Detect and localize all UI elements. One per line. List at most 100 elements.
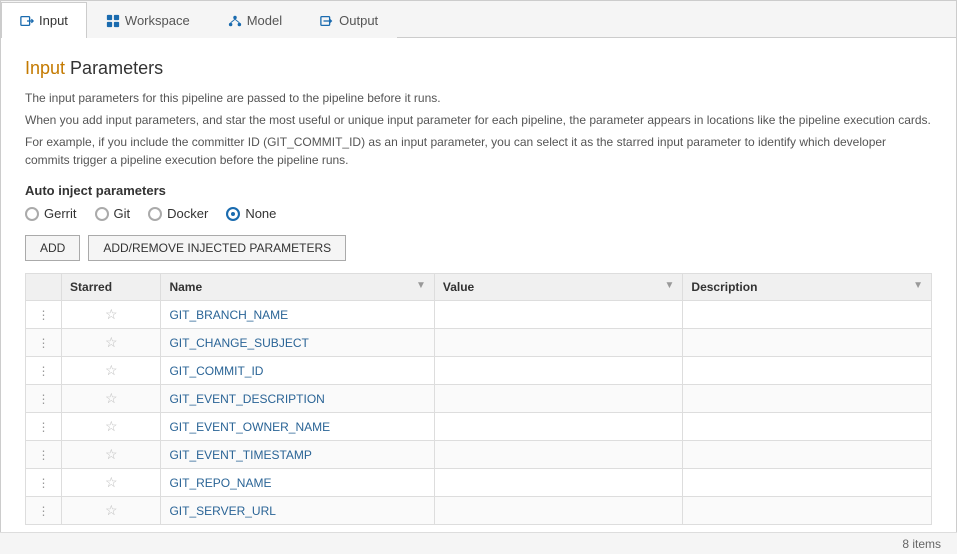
drag-handle[interactable]: ⋮ [26, 497, 62, 525]
main-content: Input Parameters The input parameters fo… [1, 38, 956, 546]
param-value [434, 357, 683, 385]
radio-git[interactable]: Git [95, 206, 131, 221]
param-value [434, 385, 683, 413]
star-cell[interactable]: ☆ [62, 413, 161, 441]
params-table: Starred Name ▼ Value ▼ Description ▼ ⋮ ☆ [25, 273, 932, 525]
star-cell[interactable]: ☆ [62, 441, 161, 469]
radio-docker-circle [148, 207, 162, 221]
param-description [683, 357, 932, 385]
radio-gerrit[interactable]: Gerrit [25, 206, 77, 221]
star-cell[interactable]: ☆ [62, 469, 161, 497]
th-value[interactable]: Value ▼ [434, 274, 683, 301]
param-description [683, 329, 932, 357]
param-name: GIT_CHANGE_SUBJECT [161, 329, 434, 357]
radio-none[interactable]: None [226, 206, 276, 221]
tab-output-label: Output [339, 13, 378, 28]
param-value [434, 301, 683, 329]
param-name: GIT_COMMIT_ID [161, 357, 434, 385]
radio-git-label: Git [114, 206, 131, 221]
tab-input-label: Input [39, 13, 68, 28]
desc-sort-icon: ▼ [913, 280, 923, 291]
param-description [683, 441, 932, 469]
th-starred: Starred [62, 274, 161, 301]
param-description [683, 385, 932, 413]
star-icon[interactable]: ☆ [105, 362, 118, 378]
drag-handle[interactable]: ⋮ [26, 441, 62, 469]
param-name: GIT_EVENT_TIMESTAMP [161, 441, 434, 469]
drag-handle[interactable]: ⋮ [26, 385, 62, 413]
th-name[interactable]: Name ▼ [161, 274, 434, 301]
tab-model-label: Model [247, 13, 282, 28]
star-cell[interactable]: ☆ [62, 329, 161, 357]
param-description [683, 497, 932, 525]
auto-inject-section: Auto inject parameters Gerrit Git Docker… [25, 183, 932, 221]
items-count: 8 items [902, 537, 941, 551]
param-value [434, 469, 683, 497]
radio-group: Gerrit Git Docker None [25, 206, 932, 221]
table-row[interactable]: ⋮ ☆ GIT_EVENT_DESCRIPTION [26, 385, 932, 413]
table-row[interactable]: ⋮ ☆ GIT_EVENT_TIMESTAMP [26, 441, 932, 469]
param-description [683, 301, 932, 329]
th-description[interactable]: Description ▼ [683, 274, 932, 301]
workspace-icon [106, 14, 120, 28]
star-icon[interactable]: ☆ [105, 306, 118, 322]
star-icon[interactable]: ☆ [105, 334, 118, 350]
table-row[interactable]: ⋮ ☆ GIT_REPO_NAME [26, 469, 932, 497]
param-value [434, 497, 683, 525]
param-name: GIT_EVENT_OWNER_NAME [161, 413, 434, 441]
tab-model[interactable]: Model [209, 2, 301, 38]
model-icon [228, 14, 242, 28]
table-body: ⋮ ☆ GIT_BRANCH_NAME ⋮ ☆ GIT_CHANGE_SUBJE… [26, 301, 932, 525]
table-row[interactable]: ⋮ ☆ GIT_SERVER_URL [26, 497, 932, 525]
star-icon[interactable]: ☆ [105, 418, 118, 434]
radio-docker[interactable]: Docker [148, 206, 208, 221]
param-description [683, 413, 932, 441]
radio-gerrit-label: Gerrit [44, 206, 77, 221]
table-row[interactable]: ⋮ ☆ GIT_BRANCH_NAME [26, 301, 932, 329]
star-icon[interactable]: ☆ [105, 502, 118, 518]
param-description [683, 469, 932, 497]
button-row: ADD ADD/REMOVE INJECTED PARAMETERS [25, 235, 932, 261]
table-row[interactable]: ⋮ ☆ GIT_COMMIT_ID [26, 357, 932, 385]
table-row[interactable]: ⋮ ☆ GIT_CHANGE_SUBJECT [26, 329, 932, 357]
tab-bar: Input Workspace Model Output [1, 1, 956, 38]
star-cell[interactable]: ☆ [62, 385, 161, 413]
param-name: GIT_SERVER_URL [161, 497, 434, 525]
param-name: GIT_BRANCH_NAME [161, 301, 434, 329]
star-cell[interactable]: ☆ [62, 301, 161, 329]
star-cell[interactable]: ☆ [62, 357, 161, 385]
description-line2: When you add input parameters, and star … [25, 111, 932, 129]
value-sort-icon: ▼ [665, 280, 675, 291]
table-row[interactable]: ⋮ ☆ GIT_EVENT_OWNER_NAME [26, 413, 932, 441]
add-remove-button[interactable]: ADD/REMOVE INJECTED PARAMETERS [88, 235, 346, 261]
description-line1: The input parameters for this pipeline a… [25, 89, 932, 107]
radio-gerrit-circle [25, 207, 39, 221]
output-icon [320, 14, 334, 28]
page-title-prefix: Input [25, 58, 65, 78]
name-sort-icon: ▼ [416, 280, 426, 291]
drag-handle[interactable]: ⋮ [26, 329, 62, 357]
tab-input[interactable]: Input [1, 2, 87, 38]
param-value [434, 329, 683, 357]
star-icon[interactable]: ☆ [105, 474, 118, 490]
page-title-suffix: Parameters [65, 58, 163, 78]
auto-inject-label: Auto inject parameters [25, 183, 932, 198]
tab-workspace-label: Workspace [125, 13, 190, 28]
th-drag [26, 274, 62, 301]
drag-handle[interactable]: ⋮ [26, 413, 62, 441]
add-button[interactable]: ADD [25, 235, 80, 261]
tab-workspace[interactable]: Workspace [87, 2, 209, 38]
drag-handle[interactable]: ⋮ [26, 301, 62, 329]
page-title: Input Parameters [25, 58, 932, 79]
param-value [434, 441, 683, 469]
table-header: Starred Name ▼ Value ▼ Description ▼ [26, 274, 932, 301]
status-bar: 8 items [0, 532, 957, 554]
star-cell[interactable]: ☆ [62, 497, 161, 525]
drag-handle[interactable]: ⋮ [26, 357, 62, 385]
tab-output[interactable]: Output [301, 2, 397, 38]
radio-none-label: None [245, 206, 276, 221]
star-icon[interactable]: ☆ [105, 446, 118, 462]
drag-handle[interactable]: ⋮ [26, 469, 62, 497]
param-name: GIT_REPO_NAME [161, 469, 434, 497]
star-icon[interactable]: ☆ [105, 390, 118, 406]
